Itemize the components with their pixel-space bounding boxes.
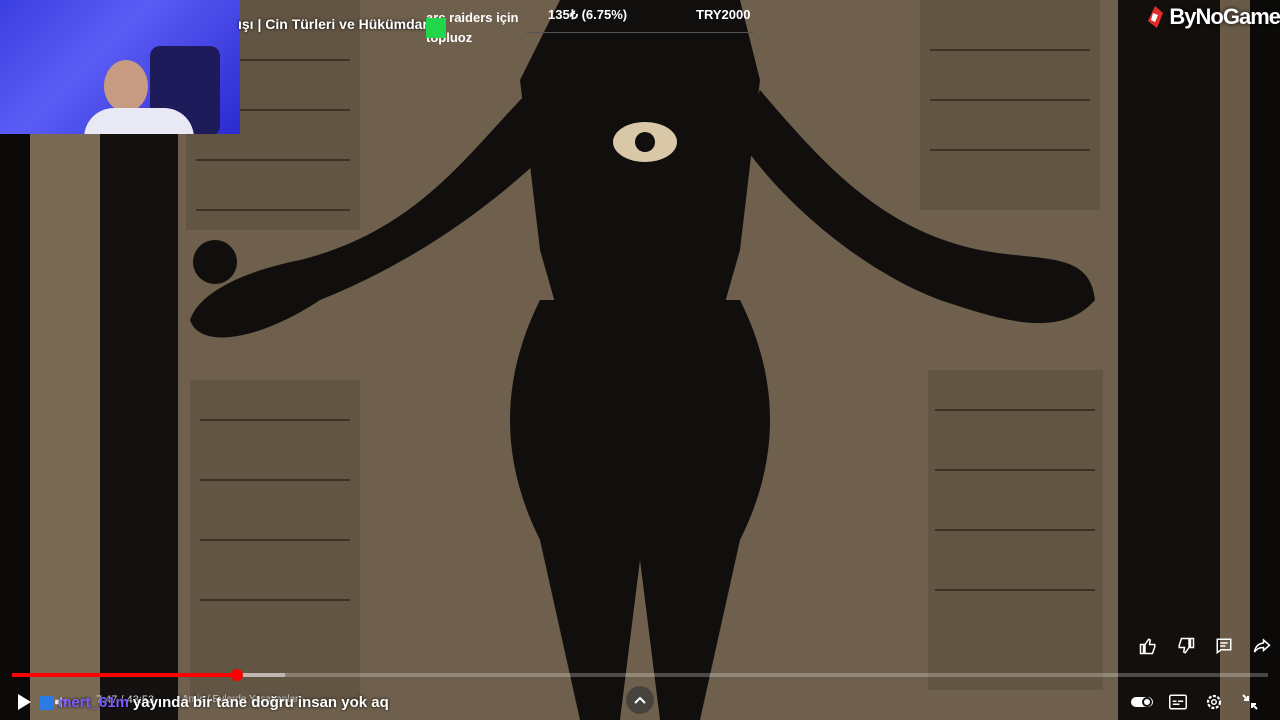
streamer-face	[104, 60, 148, 112]
subtitles-icon	[1169, 694, 1187, 710]
donation-divider	[526, 32, 754, 33]
dislike-button[interactable]	[1172, 632, 1200, 660]
donation-goal: TRY2000	[696, 7, 751, 22]
subtitles-button[interactable]	[1164, 688, 1192, 716]
autoplay-toggle[interactable]	[1128, 688, 1156, 716]
dislike-icon	[1178, 637, 1195, 654]
share-button[interactable]	[1248, 632, 1276, 660]
chevron-up-button[interactable]	[626, 686, 654, 714]
settings-icon	[1206, 694, 1222, 710]
like-button[interactable]	[1134, 632, 1162, 660]
played-bar	[12, 673, 237, 677]
chevron-up-icon	[634, 696, 646, 704]
donation-goal-widget: arc raiders için topluoz 135₺ (6.75%) TR…	[426, 6, 754, 45]
progress-bar[interactable]	[12, 669, 1268, 681]
comment-button[interactable]	[1210, 632, 1238, 660]
play-icon	[18, 694, 31, 710]
play-button[interactable]	[10, 688, 38, 716]
brand-logo: ByNoGame	[1145, 0, 1280, 34]
chat-message-overlay: mert_61m yayında bir tane doğru insan yo…	[40, 694, 389, 711]
share-icon	[1253, 638, 1271, 653]
comment-icon	[1216, 638, 1232, 655]
fullscreen-exit-button[interactable]	[1236, 688, 1264, 716]
like-icon	[1139, 638, 1156, 655]
webcam-overlay	[0, 0, 240, 134]
autoplay-toggle-icon	[1131, 697, 1153, 707]
donation-amount: 135₺ (6.75%)	[548, 7, 628, 22]
brand-mark-icon	[1148, 6, 1164, 28]
donation-color-marker	[426, 18, 446, 38]
scrubber-handle[interactable]	[230, 669, 243, 681]
engagement-actions	[1134, 632, 1276, 660]
settings-button[interactable]	[1200, 688, 1228, 716]
chat-message: yayında bir tane doğru insan yok aq	[132, 694, 389, 711]
brand-name: ByNoGame	[1169, 4, 1280, 29]
fullscreen-exit-icon	[1242, 694, 1258, 710]
video-title-overlay: ışı | Cin Türleri ve Hükümdar	[238, 16, 428, 32]
chat-badge-icon	[40, 695, 54, 710]
streamer-shirt	[84, 108, 194, 134]
chat-username: mert_61m	[58, 694, 129, 711]
